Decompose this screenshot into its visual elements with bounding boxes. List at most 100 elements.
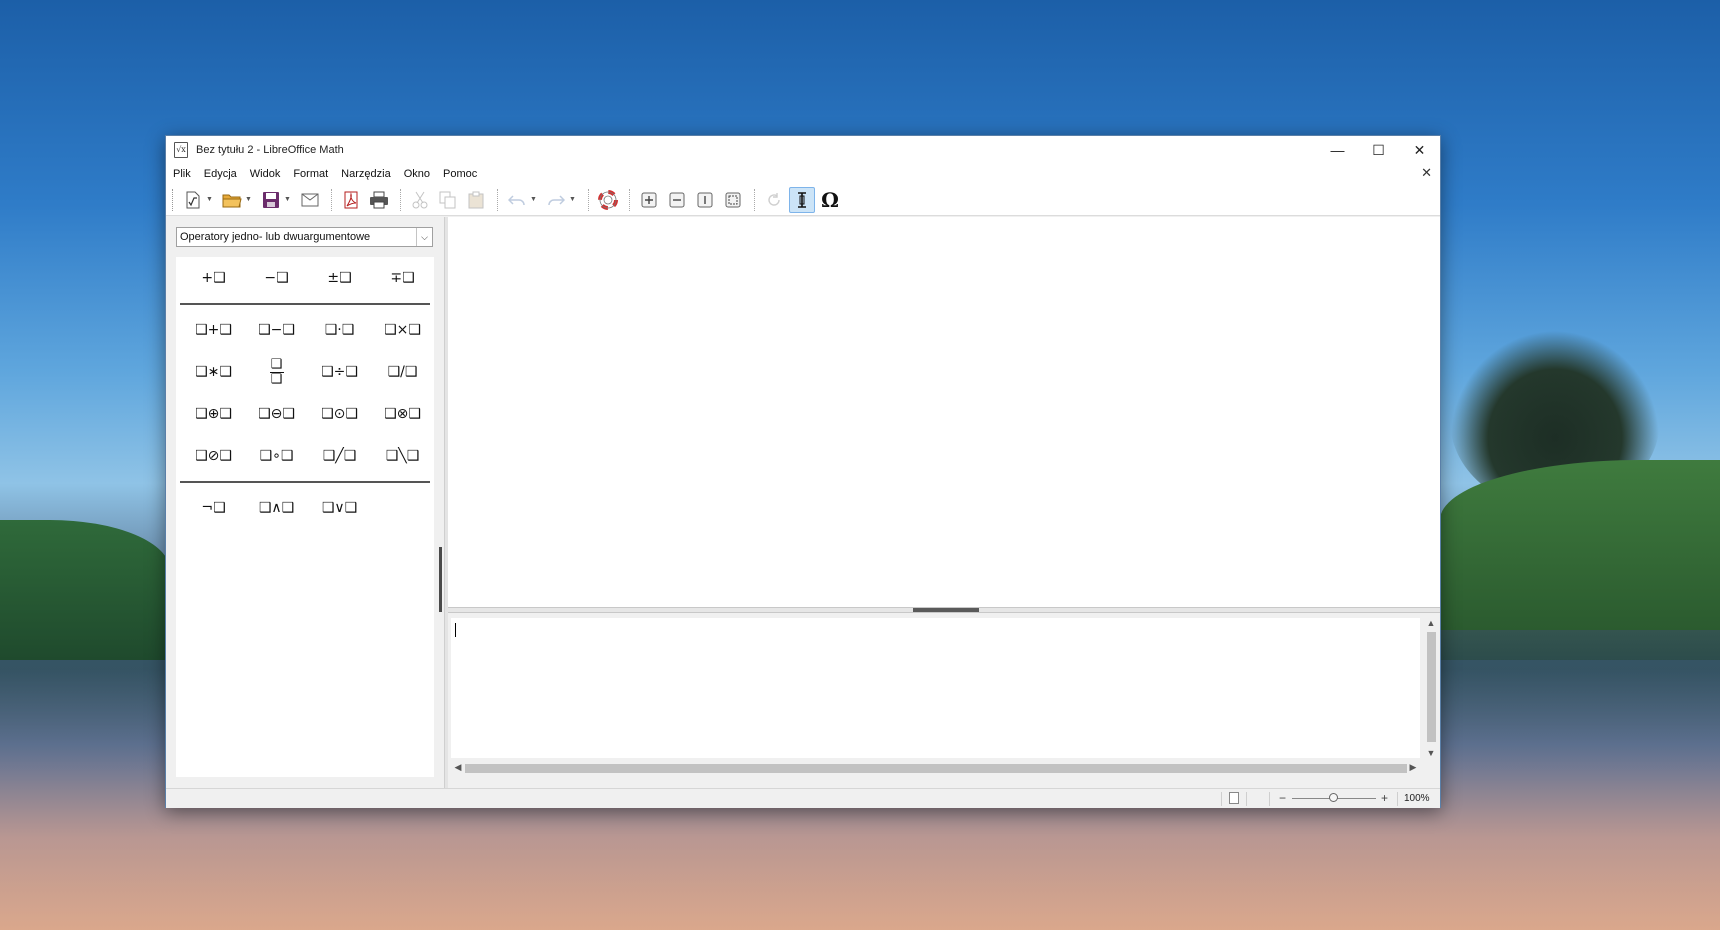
toolbar-separator xyxy=(331,188,332,211)
element-minus-plus[interactable]: ∓❑ xyxy=(371,260,434,296)
element-circled-minus[interactable]: ❑⊖❑ xyxy=(245,396,308,432)
zoom-slider-knob[interactable] xyxy=(1329,793,1338,802)
app-window: √x Bez tytułu 2 - LibreOffice Math — ☐ ✕… xyxy=(165,135,1441,808)
print-icon[interactable] xyxy=(366,187,392,213)
splitter-handle[interactable] xyxy=(913,608,979,612)
formula-preview[interactable] xyxy=(448,217,1440,607)
element-subtraction[interactable]: ❑−❑ xyxy=(245,312,308,348)
menu-okno[interactable]: Okno xyxy=(404,168,430,180)
show-all-icon[interactable] xyxy=(720,187,746,213)
status-separator xyxy=(1221,792,1222,806)
horizontal-scrollbar[interactable]: ◀ ▶ xyxy=(451,761,1420,775)
panel-resize-handle[interactable] xyxy=(439,547,442,612)
element-division[interactable]: ❑÷❑ xyxy=(308,354,371,390)
element-multiplication-dot[interactable]: ❑·❑ xyxy=(308,312,371,348)
title-bar[interactable]: √x Bez tytułu 2 - LibreOffice Math — ☐ ✕ xyxy=(166,136,1440,164)
zoom-out-icon[interactable] xyxy=(664,187,690,213)
element-positive[interactable]: +❑ xyxy=(182,260,245,296)
undo-icon[interactable] xyxy=(504,187,530,213)
scroll-down-icon[interactable]: ▼ xyxy=(1424,748,1438,758)
element-row-binary-2: ❑∗❑ ❑ ❑ ❑÷❑ ❑/❑ xyxy=(176,351,434,393)
element-addition[interactable]: ❑+❑ xyxy=(182,312,245,348)
vertical-scrollbar[interactable]: ▲ ▼ xyxy=(1424,618,1438,758)
zoom-out-button[interactable]: − xyxy=(1279,791,1286,805)
vertical-scroll-thumb[interactable] xyxy=(1427,632,1436,742)
background-hill-left xyxy=(0,520,170,660)
open-icon[interactable] xyxy=(219,187,245,213)
symbols-icon[interactable]: Ω xyxy=(817,187,843,213)
window-controls: — ☐ ✕ xyxy=(1317,136,1440,164)
category-dropdown[interactable]: Operatory jedno- lub dwuargumentowe ⌵ xyxy=(176,227,433,247)
zoom-100-icon[interactable] xyxy=(692,187,718,213)
toolbar-separator xyxy=(497,188,498,211)
element-wide-slash[interactable]: ❑╱❑ xyxy=(308,438,371,474)
update-icon[interactable] xyxy=(761,187,787,213)
new-icon[interactable] xyxy=(180,187,206,213)
element-circled-times[interactable]: ❑⊗❑ xyxy=(371,396,434,432)
save-dropdown-icon[interactable]: ▼ xyxy=(284,196,293,203)
menu-edycja[interactable]: Edycja xyxy=(204,168,237,180)
scroll-left-icon[interactable]: ◀ xyxy=(451,762,465,773)
standard-toolbar: ▼ ▼ ▼ ▼ ▼ Ω xyxy=(166,184,1440,216)
category-dropdown-value: Operatory jedno- lub dwuargumentowe xyxy=(180,231,371,243)
help-icon[interactable] xyxy=(595,187,621,213)
elements-separator xyxy=(180,481,430,483)
status-separator xyxy=(1397,792,1398,806)
element-fraction[interactable]: ❑ ❑ xyxy=(245,354,308,390)
redo-icon[interactable] xyxy=(543,187,569,213)
menu-format[interactable]: Format xyxy=(293,168,328,180)
menu-plik[interactable]: Plik xyxy=(173,168,191,180)
menu-bar: Plik Edycja Widok Format Narzędzia Okno … xyxy=(166,164,1440,184)
redo-dropdown-icon[interactable]: ▼ xyxy=(569,196,578,203)
element-negative[interactable]: −❑ xyxy=(245,260,308,296)
menu-widok[interactable]: Widok xyxy=(250,168,281,180)
element-wide-backslash[interactable]: ❑╲❑ xyxy=(371,438,434,474)
toolbar-separator xyxy=(400,188,401,211)
element-and[interactable]: ❑∧❑ xyxy=(245,490,308,526)
undo-dropdown-icon[interactable]: ▼ xyxy=(530,196,539,203)
minimize-button[interactable]: — xyxy=(1317,136,1358,164)
email-icon[interactable] xyxy=(297,187,323,213)
element-row-logic: ¬❑ ❑∧❑ ❑∨❑ xyxy=(176,487,434,529)
close-button[interactable]: ✕ xyxy=(1399,136,1440,164)
formula-cursor-icon[interactable] xyxy=(789,186,815,213)
menu-pomoc[interactable]: Pomoc xyxy=(443,168,477,180)
scroll-up-icon[interactable]: ▲ xyxy=(1424,618,1438,628)
element-row-unary: +❑ −❑ ±❑ ∓❑ xyxy=(176,257,434,299)
zoom-level[interactable]: 100% xyxy=(1404,793,1430,804)
menu-narzedzia[interactable]: Narzędzia xyxy=(341,168,391,180)
new-dropdown-icon[interactable]: ▼ xyxy=(206,196,215,203)
zoom-in-button[interactable]: + xyxy=(1381,791,1388,805)
export-pdf-icon[interactable] xyxy=(338,187,364,213)
text-caret xyxy=(455,623,456,637)
copy-icon[interactable] xyxy=(435,187,461,213)
horizontal-scroll-thumb[interactable] xyxy=(465,764,1407,773)
elements-separator xyxy=(180,303,430,305)
toolbar-grip[interactable] xyxy=(172,188,174,211)
zoom-in-icon[interactable] xyxy=(636,187,662,213)
command-editor[interactable] xyxy=(451,618,1420,758)
paste-icon[interactable] xyxy=(463,187,489,213)
open-dropdown-icon[interactable]: ▼ xyxy=(245,196,254,203)
element-not[interactable]: ¬❑ xyxy=(182,490,245,526)
element-concatenate[interactable]: ❑∘❑ xyxy=(245,438,308,474)
element-circled-plus[interactable]: ❑⊕❑ xyxy=(182,396,245,432)
element-slash[interactable]: ❑/❑ xyxy=(371,354,434,390)
cut-icon[interactable] xyxy=(407,187,433,213)
save-icon[interactable] xyxy=(258,187,284,213)
scroll-right-icon[interactable]: ▶ xyxy=(1406,762,1420,773)
chevron-down-icon[interactable]: ⌵ xyxy=(416,228,432,246)
element-circled-dot[interactable]: ❑⊙❑ xyxy=(308,396,371,432)
maximize-button[interactable]: ☐ xyxy=(1358,136,1399,164)
element-circled-slash[interactable]: ❑⊘❑ xyxy=(182,438,245,474)
close-document-button[interactable]: ✕ xyxy=(1421,165,1432,181)
element-or[interactable]: ❑∨❑ xyxy=(308,490,371,526)
element-plus-minus[interactable]: ±❑ xyxy=(308,260,371,296)
status-separator xyxy=(1269,792,1270,806)
toolbar-separator xyxy=(588,188,589,211)
background-hill-right xyxy=(1440,460,1720,630)
toolbar-separator xyxy=(754,188,755,211)
element-multiplication-star[interactable]: ❑∗❑ xyxy=(182,354,245,390)
element-multiplication-x[interactable]: ❑×❑ xyxy=(371,312,434,348)
symbols-glyph: Ω xyxy=(821,187,839,212)
